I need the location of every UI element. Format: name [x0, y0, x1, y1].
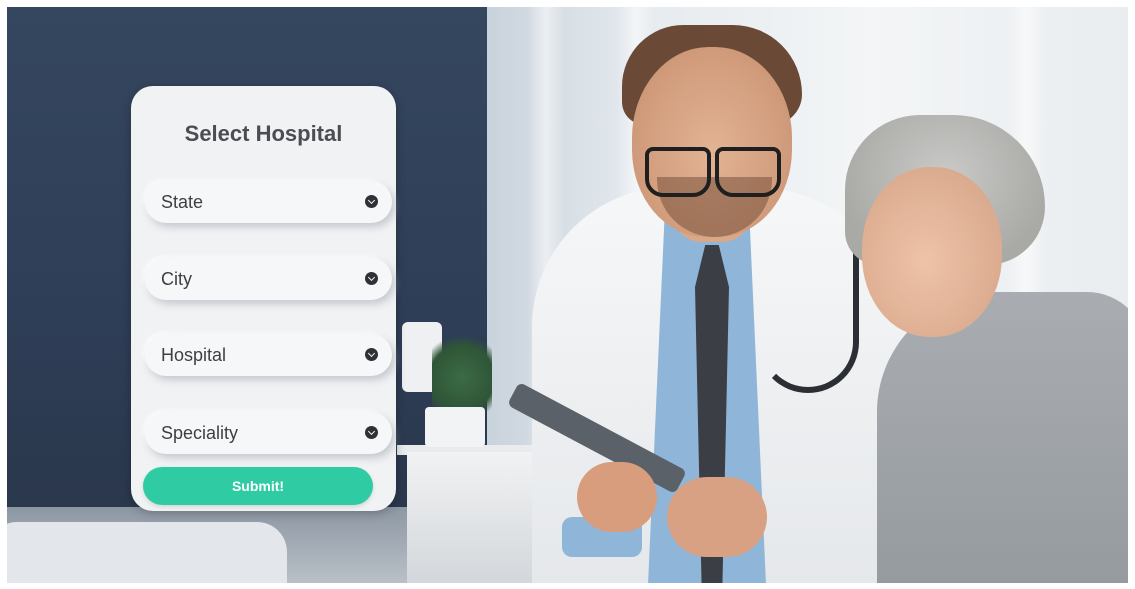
select-hospital-card: Select Hospital State City Hospital Spec…	[131, 86, 396, 511]
doctor-glasses-lens	[645, 147, 711, 197]
chevron-down-icon	[365, 426, 378, 439]
hospital-select[interactable]: Hospital	[145, 334, 392, 376]
city-select[interactable]: City	[145, 258, 392, 300]
form-title: Select Hospital	[184, 121, 343, 146]
chevron-down-icon	[365, 195, 378, 208]
patient-body	[877, 292, 1128, 583]
city-select-label: City	[161, 269, 192, 289]
stethoscope	[757, 177, 859, 393]
patient-head	[862, 167, 1002, 337]
speciality-select[interactable]: Speciality	[145, 412, 392, 454]
speciality-select-label: Speciality	[161, 423, 239, 443]
chevron-down-icon	[365, 272, 378, 285]
doctor-hand	[667, 477, 767, 557]
background-bed	[7, 522, 287, 583]
state-select-label: State	[161, 192, 204, 212]
doctor-hand	[577, 462, 657, 532]
background-plant-pot	[425, 407, 485, 447]
hospital-select-label: Hospital	[161, 345, 227, 365]
background-plant	[432, 327, 492, 412]
submit-button[interactable]: Submit!	[143, 467, 373, 505]
state-select[interactable]: State	[145, 181, 392, 223]
chevron-down-icon	[365, 348, 378, 361]
